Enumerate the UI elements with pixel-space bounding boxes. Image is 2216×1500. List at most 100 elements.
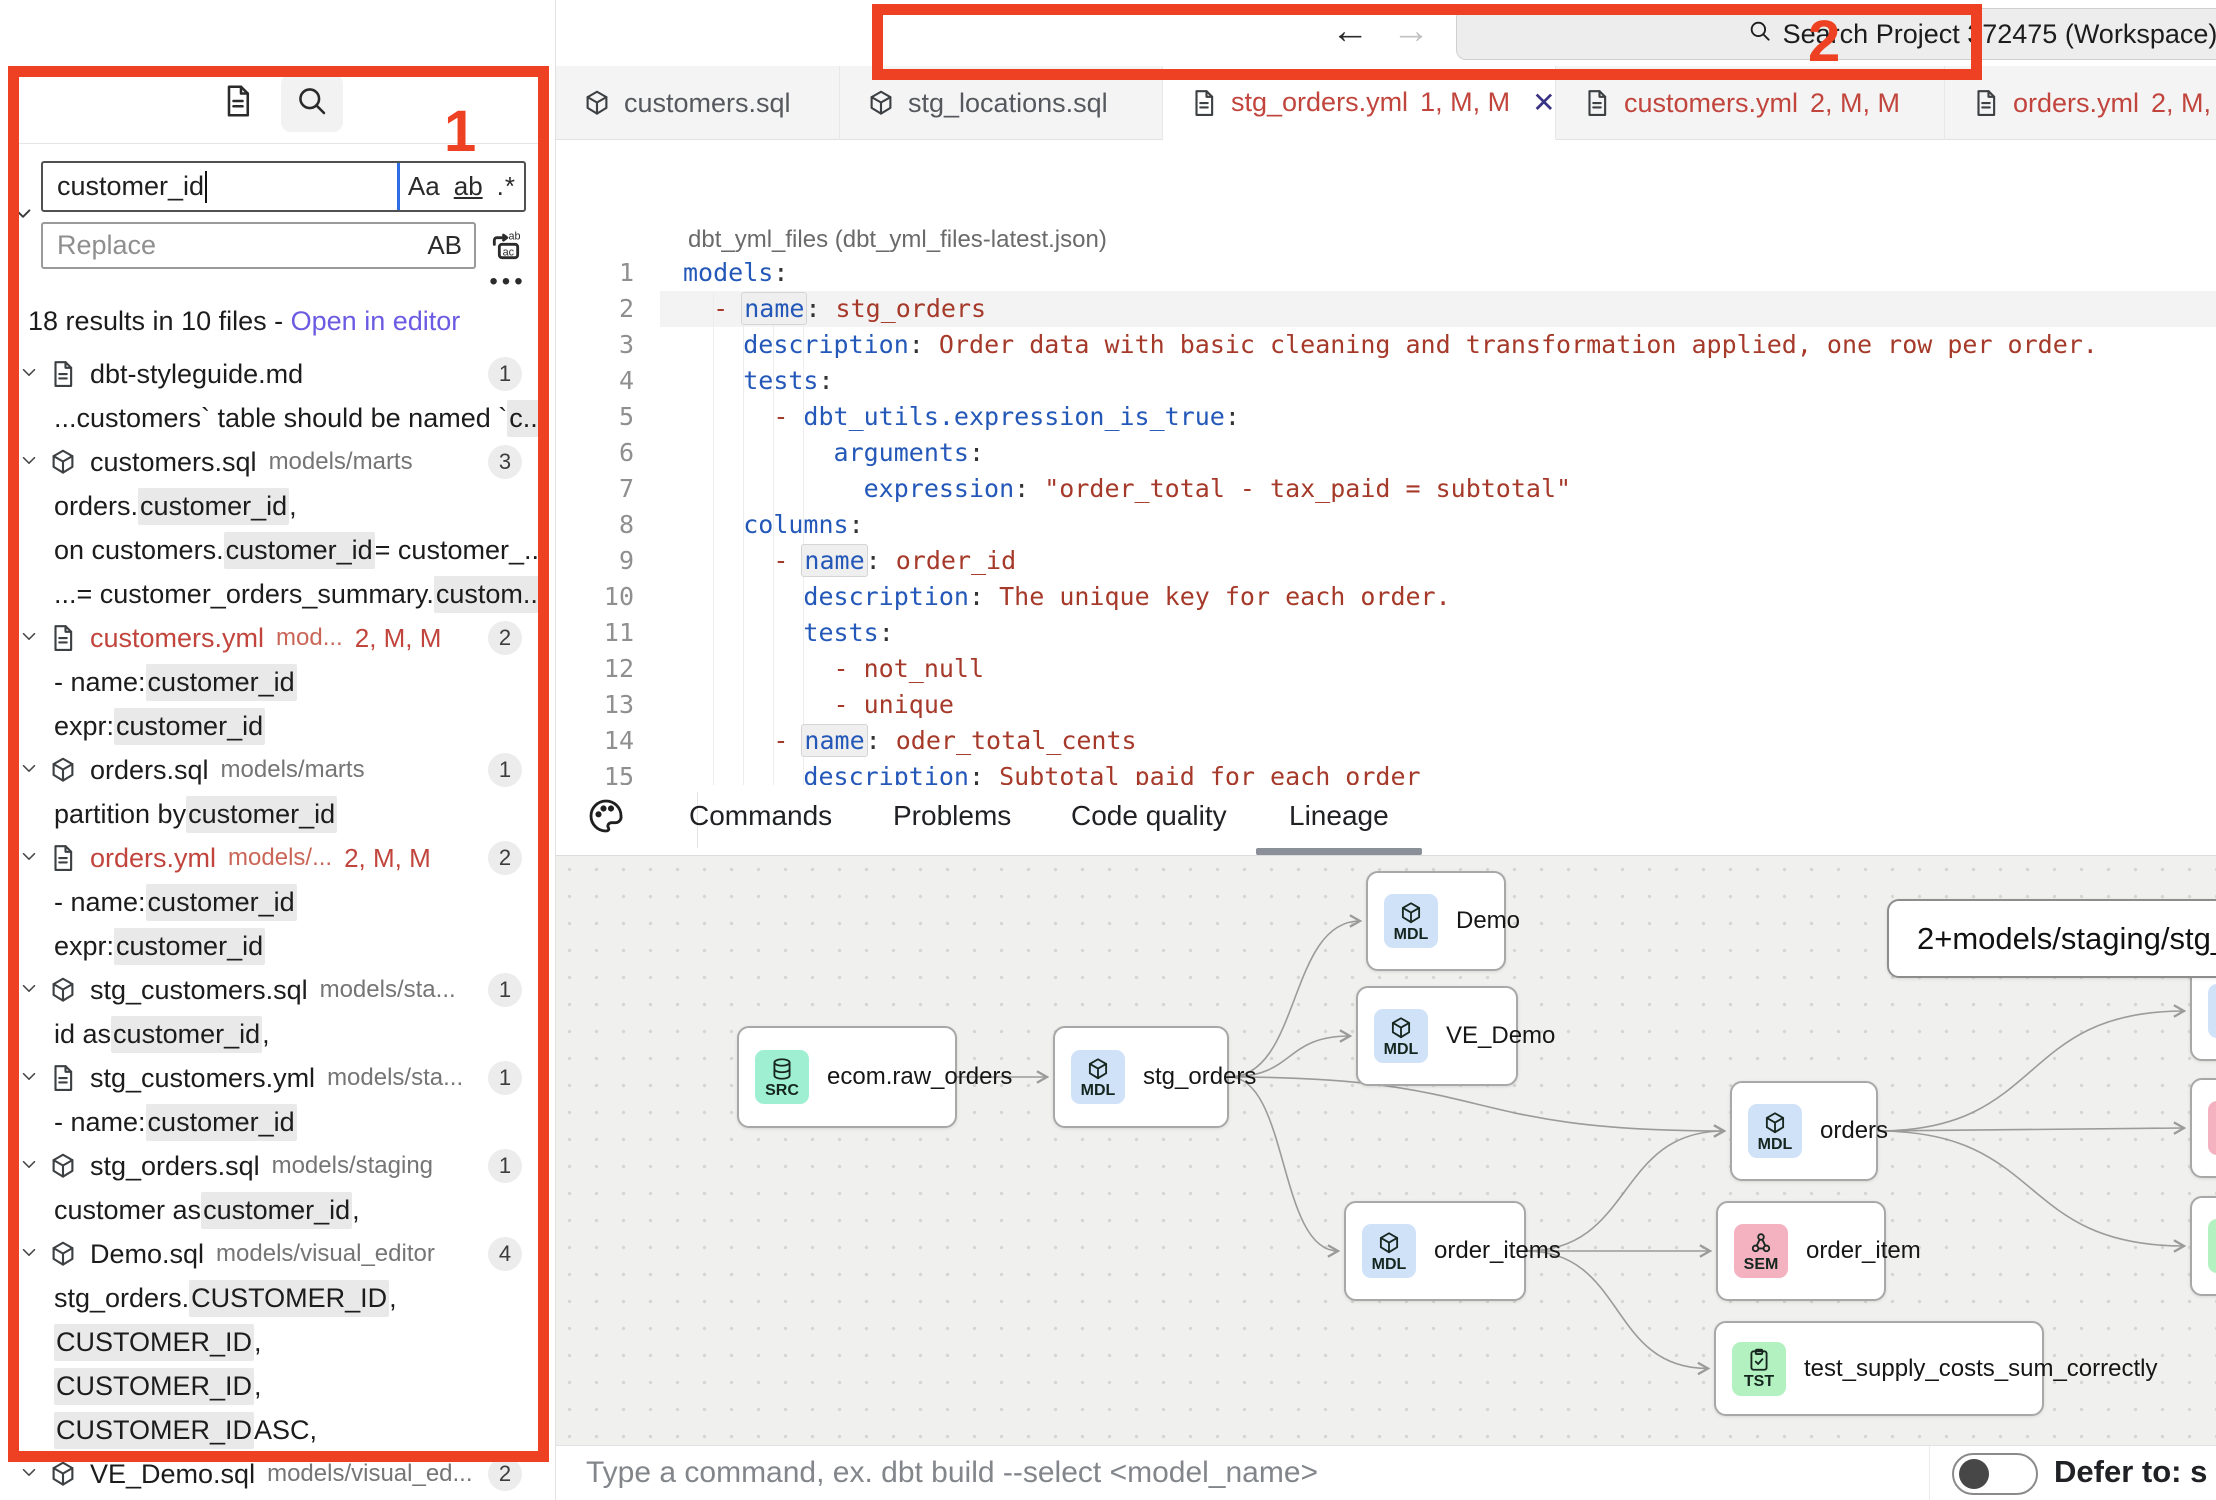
close-icon[interactable]: ✕: [1532, 86, 1555, 119]
result-match-row[interactable]: CUSTOMER_ID ASC,: [10, 1408, 550, 1452]
command-input[interactable]: Type a command, ex. dbt build --select <…: [586, 1456, 1318, 1490]
match-case-toggle[interactable]: Aa: [408, 171, 440, 202]
panel-tab-commands[interactable]: Commands: [689, 800, 832, 832]
result-file-row[interactable]: stg_customers.sqlmodels/sta...1: [10, 968, 550, 1012]
match-text: ASC,: [254, 1415, 317, 1446]
result-match-row[interactable]: expr: customer_id: [10, 704, 550, 748]
code-line[interactable]: 2 - name: stg_orders: [556, 291, 2216, 327]
result-match-row[interactable]: - name: customer_id: [10, 880, 550, 924]
regex-toggle[interactable]: .*: [497, 171, 516, 202]
result-match-row[interactable]: on customers.customer_id = customer_...: [10, 528, 550, 572]
code-line[interactable]: 12 - not_null: [556, 651, 2216, 687]
search-panel-button[interactable]: [281, 74, 343, 132]
chevron-down-icon[interactable]: [18, 975, 48, 1006]
editor-tab[interactable]: stg_locations.sql: [840, 66, 1163, 140]
line-number: 13: [556, 687, 634, 723]
result-match-row[interactable]: CUSTOMER_ID,: [10, 1320, 550, 1364]
chevron-down-icon[interactable]: [18, 1151, 48, 1182]
result-file-row[interactable]: orders.sqlmodels/marts1: [10, 748, 550, 792]
defer-toggle[interactable]: [1952, 1453, 2038, 1495]
whole-word-toggle[interactable]: ab: [454, 171, 483, 202]
divider: [1929, 1446, 1930, 1500]
editor-tab[interactable]: customers.sql: [556, 66, 840, 140]
code-editor[interactable]: 1models:2 - name: stg_orders3 descriptio…: [556, 255, 2216, 785]
lineage-node[interactable]: SEM: [2190, 1078, 2216, 1178]
result-match-row[interactable]: orders.customer_id,: [10, 484, 550, 528]
result-match-row[interactable]: id as customer_id,: [10, 1012, 550, 1056]
chevron-down-icon[interactable]: [18, 623, 48, 654]
lineage-node[interactable]: TST: [2190, 1196, 2216, 1296]
result-file-row[interactable]: VE_Demo.sqlmodels/visual_ed...2: [10, 1452, 550, 1496]
result-file-row[interactable]: customers.sqlmodels/marts3: [10, 440, 550, 484]
lineage-node-orders[interactable]: MDLorders: [1730, 1081, 1878, 1181]
lineage-node-VE_Demo[interactable]: MDLVE_Demo: [1356, 986, 1518, 1086]
lineage-node-order_items[interactable]: MDLorder_items: [1344, 1201, 1526, 1301]
result-match-row[interactable]: partition by customer_id: [10, 792, 550, 836]
back-arrow-icon[interactable]: ←: [1331, 10, 1369, 53]
code-line[interactable]: 3 description: Order data with basic cle…: [556, 327, 2216, 363]
replace-input[interactable]: Replace AB: [41, 222, 476, 269]
lineage-selector-node[interactable]: 2+models/staging/stg_or: [1887, 899, 2216, 978]
src-node-icon: SRC: [755, 1050, 809, 1104]
chevron-down-icon[interactable]: [18, 447, 48, 478]
code-line[interactable]: 8 columns:: [556, 507, 2216, 543]
panel-tab-code-quality[interactable]: Code quality: [1071, 800, 1227, 832]
chevron-down-icon[interactable]: [10, 200, 36, 231]
code-line[interactable]: 7 expression: "order_total - tax_paid = …: [556, 471, 2216, 507]
replace-all-icon[interactable]: acab: [486, 226, 530, 266]
lineage-node-test_supply_costs_sum_correctly[interactable]: TSTtest_supply_costs_sum_correctly: [1714, 1321, 2044, 1416]
code-line[interactable]: 15 description: Subtotal paid for each o…: [556, 759, 2216, 785]
result-match-row[interactable]: expr: customer_id: [10, 924, 550, 968]
lineage-canvas[interactable]: SRCecom.raw_orders MDLstg_orders MDLDemo MD…: [556, 855, 2216, 1445]
open-in-editor-link[interactable]: Open in editor: [291, 306, 461, 336]
lineage-node-Demo[interactable]: MDLDemo: [1366, 871, 1506, 971]
lineage-node-ecom.raw_orders[interactable]: SRCecom.raw_orders: [737, 1026, 957, 1128]
lineage-node-order_item[interactable]: SEMorder_item: [1716, 1201, 1886, 1301]
result-match-row[interactable]: - name: customer_id: [10, 660, 550, 704]
panel-tab-lineage[interactable]: Lineage: [1289, 800, 1389, 832]
code-line[interactable]: 4 tests:: [556, 363, 2216, 399]
chevron-down-icon[interactable]: [18, 843, 48, 874]
code-line[interactable]: 10 description: The unique key for each …: [556, 579, 2216, 615]
theme-palette-icon[interactable]: [586, 796, 626, 841]
code-line[interactable]: 5 - dbt_utils.expression_is_true:: [556, 399, 2216, 435]
lineage-node-stg_orders[interactable]: MDLstg_orders: [1053, 1026, 1229, 1128]
code-line[interactable]: 1models:: [556, 255, 2216, 291]
chevron-down-icon[interactable]: [18, 1239, 48, 1270]
result-file-row[interactable]: dbt-styleguide.md1: [10, 352, 550, 396]
result-match-row[interactable]: customer as customer_id,: [10, 1188, 550, 1232]
preserve-case-toggle[interactable]: AB: [427, 230, 474, 261]
chevron-down-icon[interactable]: [18, 755, 48, 786]
result-file-row[interactable]: orders.ymlmodels/...2, M, M2: [10, 836, 550, 880]
result-match-row[interactable]: - name: customer_id: [10, 1100, 550, 1144]
file-path: models/visual_editor: [216, 1240, 435, 1268]
result-match-row[interactable]: ...= customer_orders_summary.custom...: [10, 572, 550, 616]
code-line[interactable]: 13 - unique: [556, 687, 2216, 723]
result-match-row[interactable]: CUSTOMER_ID,: [10, 1364, 550, 1408]
chevron-down-icon[interactable]: [18, 1063, 48, 1094]
editor-tab[interactable]: stg_orders.yml1, M, M✕: [1163, 66, 1556, 140]
code-line[interactable]: 14 - name: oder_total_cents: [556, 723, 2216, 759]
editor-tab[interactable]: customers.yml2, M, M: [1556, 66, 1945, 140]
result-file-row[interactable]: customers.ymlmod...2, M, M2: [10, 616, 550, 660]
result-match-row[interactable]: ...customers` table should be named `c..…: [10, 396, 550, 440]
result-file-row[interactable]: stg_orders.sqlmodels/staging1: [10, 1144, 550, 1188]
search-input[interactable]: customer_id Aa ab .*: [41, 161, 526, 212]
code-line[interactable]: 11 tests:: [556, 615, 2216, 651]
chevron-down-icon[interactable]: [18, 1459, 48, 1490]
project-search-bar[interactable]: Search Project 372475 (Workspace): [1456, 8, 2216, 60]
dbt-cloud-ide: customer_id Aa ab .* Replace AB acab •••…: [0, 0, 2216, 1500]
panel-tab-problems[interactable]: Problems: [893, 800, 1011, 832]
result-file-row[interactable]: Demo.sqlmodels/visual_editor4: [10, 1232, 550, 1276]
result-match-row[interactable]: stg_orders.CUSTOMER_ID,: [10, 1276, 550, 1320]
code-line[interactable]: 6 arguments:: [556, 435, 2216, 471]
editor-tab[interactable]: orders.yml2, M, M: [1945, 66, 2216, 140]
chevron-down-icon[interactable]: [18, 359, 48, 390]
result-file-row[interactable]: stg_customers.ymlmodels/sta...1: [10, 1056, 550, 1100]
more-options-button[interactable]: •••: [486, 268, 530, 296]
match-text: ...customers` table should be named `: [54, 403, 507, 434]
line-number: 8: [556, 507, 634, 543]
code-line[interactable]: 9 - name: order_id: [556, 543, 2216, 579]
file-explorer-button[interactable]: [207, 74, 269, 132]
file-path: models/sta...: [320, 976, 456, 1004]
